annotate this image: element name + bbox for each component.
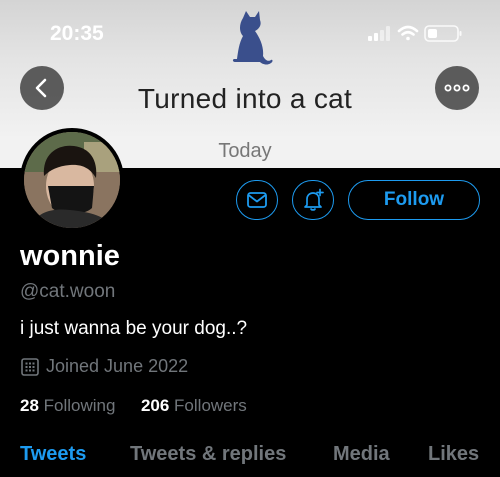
tab-likes[interactable]: Likes xyxy=(428,443,479,466)
followers-count: 206 xyxy=(140,396,170,415)
notifications-button[interactable] xyxy=(292,180,334,220)
calendar-icon xyxy=(21,357,39,376)
follow-stats: 28 Following 206 Followers xyxy=(20,396,247,416)
profile-tabs: Tweets Tweets & replies Media Likes xyxy=(0,443,500,477)
more-button[interactable] xyxy=(435,66,479,110)
follow-button[interactable]: Follow xyxy=(348,180,480,220)
back-arrow-icon xyxy=(35,78,47,98)
bio: i just wanna be your dog..? xyxy=(20,318,248,339)
status-time: 20:35 xyxy=(50,22,104,45)
banner-title: Turned into a cat xyxy=(137,83,353,114)
avatar-photo xyxy=(24,132,120,228)
cat-logo-icon xyxy=(232,11,273,65)
bell-plus-icon xyxy=(304,188,324,211)
mail-icon xyxy=(247,192,267,208)
status-icons xyxy=(366,23,466,43)
battery-icon xyxy=(424,25,462,42)
following-link[interactable]: 28 Following xyxy=(20,396,115,415)
username: @cat.woon xyxy=(20,281,116,302)
following-label: Following xyxy=(43,396,116,415)
tab-media[interactable]: Media xyxy=(333,443,390,466)
followers-label: Followers xyxy=(174,396,247,415)
back-button[interactable] xyxy=(20,66,64,110)
following-count: 28 xyxy=(20,396,39,415)
tab-tweets[interactable]: Tweets xyxy=(20,443,86,466)
display-name: wonnie xyxy=(20,240,120,272)
wifi-icon xyxy=(397,25,419,41)
avatar[interactable] xyxy=(20,128,124,232)
more-icon xyxy=(444,84,470,92)
tab-tweets-replies[interactable]: Tweets & replies xyxy=(130,443,286,466)
joined-date: Joined June 2022 xyxy=(20,356,188,377)
joined-label: Joined June 2022 xyxy=(46,356,189,376)
signal-icon xyxy=(368,26,390,41)
followers-link[interactable]: 206 Followers xyxy=(141,396,247,415)
message-button[interactable] xyxy=(236,180,278,220)
